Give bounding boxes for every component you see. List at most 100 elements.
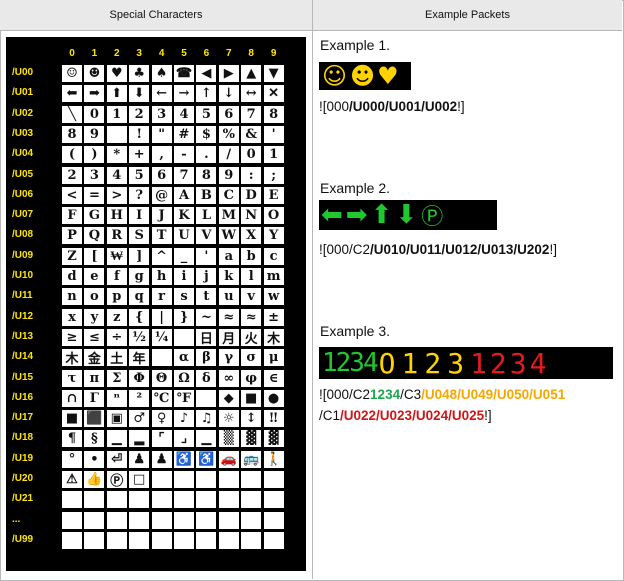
character-cell: [174, 511, 194, 529]
character-cell: [174, 491, 194, 509]
character-cell: ▁: [106, 430, 127, 448]
character-cell: }: [174, 308, 194, 326]
character-cell: Φ: [129, 369, 150, 387]
row-label: /U15: [12, 371, 34, 383]
character-cell: ²: [129, 389, 150, 407]
character-cell: 🚗: [218, 450, 239, 468]
character-cell: □: [129, 471, 150, 488]
character-cell: [241, 471, 262, 488]
example-2-packet-codes: /U010/U011/U012/U013/U202: [370, 242, 550, 257]
character-cell: ▓: [263, 430, 284, 448]
character-cell: 0: [84, 105, 105, 123]
character-cell: <: [62, 186, 82, 204]
character-cell: •: [84, 450, 105, 468]
character-cell: 土: [106, 349, 127, 367]
character-cell: ♀: [151, 410, 172, 428]
character-cell: ¼: [151, 328, 172, 346]
character-cell: ♿: [196, 450, 217, 468]
character-cell: !: [129, 125, 150, 143]
character-cell: #: [174, 125, 194, 143]
character-cell: [151, 349, 172, 367]
character-cell: ♂: [129, 410, 150, 428]
character-cell: ◆: [218, 389, 239, 407]
character-cell: ♪: [174, 410, 194, 428]
character-cell: ↑: [196, 85, 217, 103]
row-label: /U20: [12, 473, 34, 484]
example-2-arrow-down-icon: ⬇: [395, 200, 418, 230]
column-label: 1: [91, 48, 98, 59]
character-cell: &: [241, 125, 262, 143]
character-cell: b: [241, 247, 262, 265]
character-cell: α: [174, 349, 194, 367]
character-cell: *: [106, 146, 127, 164]
header-special-characters: Special Characters: [0, 0, 312, 31]
example-3-packet-suffix: !]: [484, 408, 492, 423]
character-cell: σ: [241, 349, 262, 367]
character-cell: ,: [151, 146, 172, 164]
character-cell: ₩: [106, 247, 127, 265]
example-2-title: Example 2.: [320, 180, 391, 196]
character-cell: B: [196, 186, 217, 204]
row-label: /U13: [12, 330, 34, 342]
character-cell: l: [241, 268, 262, 285]
character-cell: Q: [84, 227, 105, 245]
example-1-packet-codes: /U000/U001/U002: [349, 99, 458, 114]
character-cell: J: [151, 207, 172, 225]
character-cell: ╲: [62, 105, 82, 123]
column-label: 0: [69, 48, 75, 59]
row-label: /U16: [12, 391, 34, 403]
character-cell: ≤: [84, 328, 105, 346]
row-label: /U99: [12, 533, 34, 545]
character-cell: ∩: [62, 389, 82, 407]
character-cell: $: [196, 125, 217, 143]
character-cell: 🚌: [241, 450, 262, 468]
column-label: 5: [181, 48, 187, 59]
character-cell: =: [84, 186, 105, 204]
character-cell: °: [62, 450, 82, 468]
character-cell: ➡: [84, 85, 105, 103]
character-cell: ≈: [241, 308, 262, 326]
character-cell: r: [151, 288, 172, 306]
character-cell: 4: [106, 166, 127, 184]
character-cell: 9: [218, 166, 239, 184]
character-cell: [263, 511, 284, 529]
character-cell: ⏎: [106, 450, 127, 468]
character-cell: ~: [196, 308, 217, 326]
character-cell: ½: [129, 328, 150, 346]
character-cell: /: [218, 146, 239, 164]
character-cell: [218, 491, 239, 509]
character-cell: δ: [196, 369, 217, 387]
character-cell: :: [241, 166, 262, 184]
character-cell: 🚶: [263, 450, 284, 468]
character-cell: |: [151, 308, 172, 326]
character-cell: [263, 471, 284, 488]
character-cell: ✕: [263, 85, 284, 103]
character-cell: Σ: [106, 369, 127, 387]
character-cell: 2: [129, 105, 150, 123]
character-cell: Z: [62, 247, 82, 265]
character-cell: +: [129, 146, 150, 164]
example-3-led-green-text: 1234: [322, 348, 379, 378]
character-cell: F: [62, 207, 82, 225]
character-cell: ℉: [174, 389, 194, 407]
character-cell: ±: [263, 308, 284, 326]
character-cell: ▁: [196, 430, 217, 448]
row-label: /U19: [12, 452, 34, 464]
character-cell: φ: [241, 369, 262, 387]
character-cell: p: [106, 288, 127, 306]
special-characters-table: 0 1 2 3 4 5 6 7 8 9/U00 ☺ ☻ ♥ ♣ ♠ ☎ ◀ ▶ ▲ ▼/U01 ⬅ ➡ ⬆ ⬇ ← → ↑ ↓ ↔ ✕/U…: [6, 37, 306, 571]
character-cell: γ: [218, 349, 239, 367]
character-cell: [218, 531, 239, 549]
character-cell: ♟: [129, 450, 150, 468]
character-cell: e: [84, 268, 105, 285]
character-cell: 7: [174, 166, 194, 184]
character-cell: ": [151, 125, 172, 143]
character-cell: β: [196, 349, 217, 367]
character-cell: ⬛: [84, 410, 105, 428]
character-cell: ⬆: [106, 85, 127, 103]
character-cell: Γ: [84, 389, 105, 407]
character-cell: ℃: [151, 389, 172, 407]
character-cell: 6: [218, 105, 239, 123]
character-cell: [174, 328, 194, 346]
example-1-packet: ![000/U000/U001/U002!]: [319, 96, 619, 117]
